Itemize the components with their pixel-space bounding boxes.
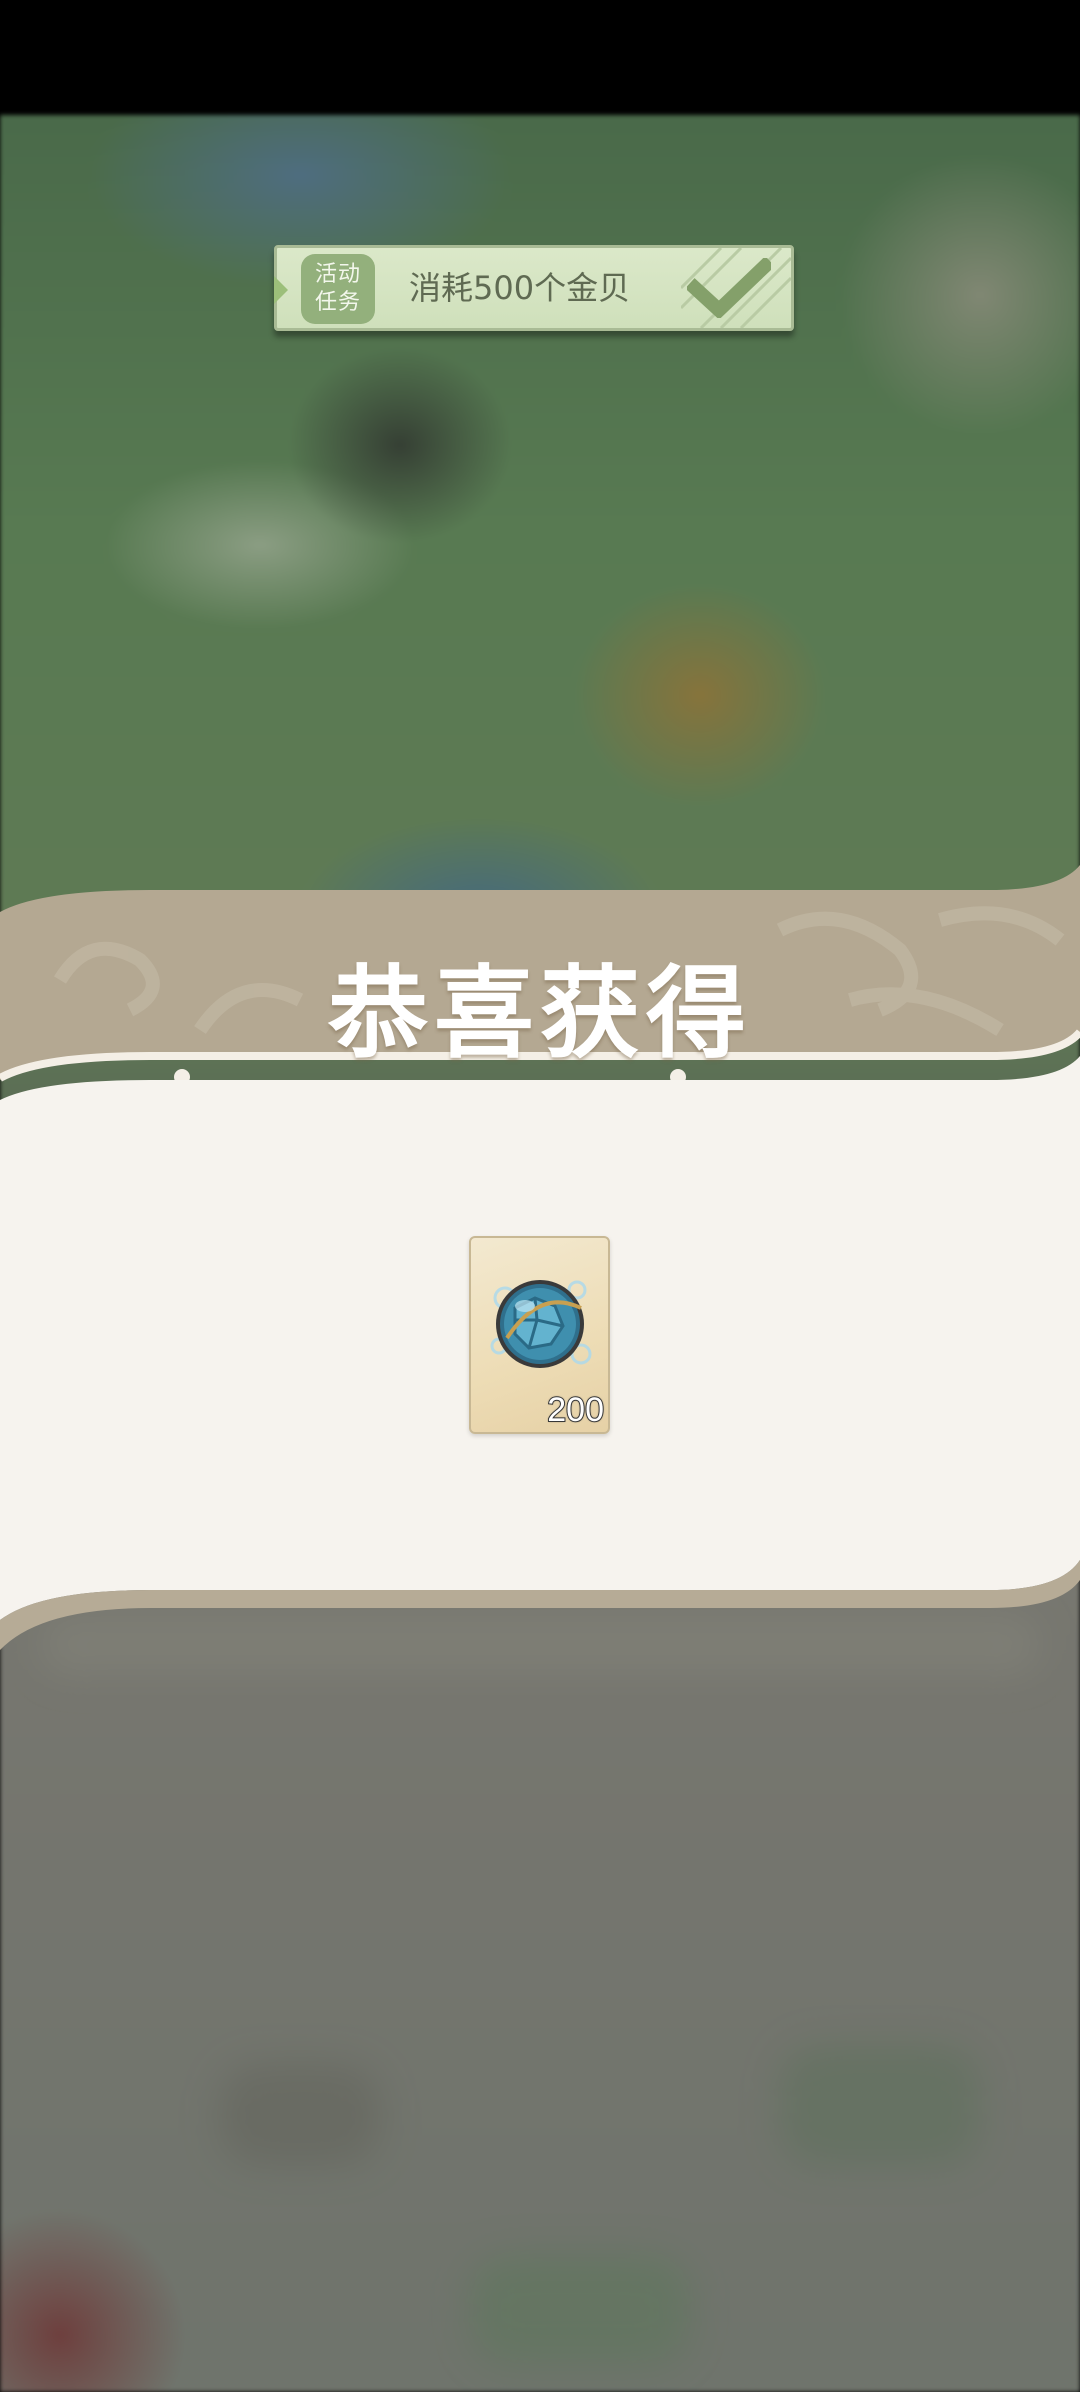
reward-item-card[interactable]: 200	[469, 1236, 610, 1434]
reward-popup: 恭喜获得 200	[0, 860, 1080, 1660]
status-bar	[0, 0, 1080, 115]
reward-title: 恭喜获得	[328, 954, 752, 1072]
task-description: 消耗500个金贝	[409, 269, 631, 307]
check-icon	[687, 258, 771, 318]
banner-arrow-icon	[274, 276, 288, 304]
banner-pattern	[681, 248, 791, 328]
blue-orb-icon	[490, 1280, 592, 1368]
activity-task-banner: 活动 任务 消耗500个金贝	[274, 245, 794, 331]
item-count: 200	[546, 1390, 605, 1430]
task-tag-line1: 活动	[314, 262, 361, 287]
activity-task-tag: 活动 任务	[301, 254, 375, 324]
task-tag-line2: 任务	[314, 290, 361, 315]
